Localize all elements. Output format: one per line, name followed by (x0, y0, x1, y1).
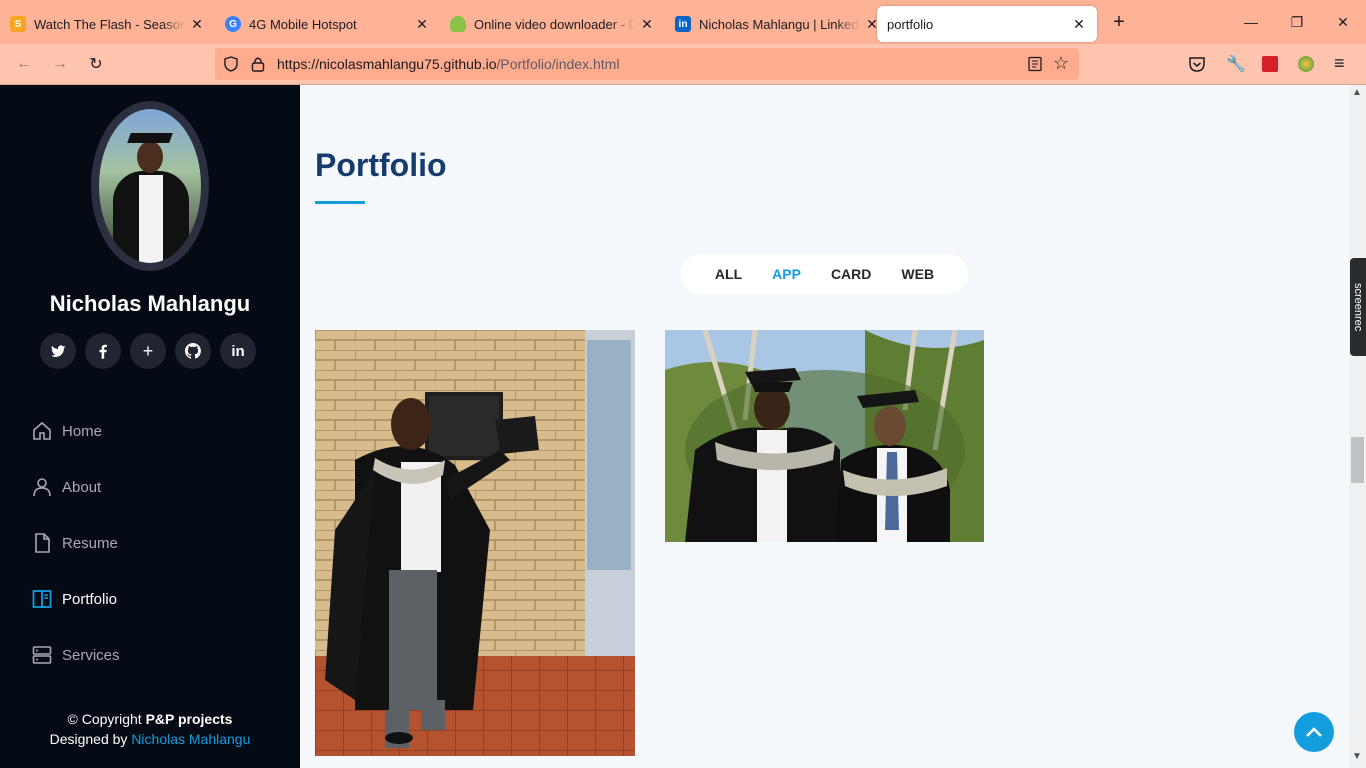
chevron-up-icon (1306, 727, 1322, 737)
nav-label: Resume (62, 534, 118, 552)
nav-label: About (62, 478, 102, 496)
browser-tab-1[interactable]: G 4G Mobile Hotspot ✕ (215, 6, 440, 42)
extension-icon[interactable] (1262, 56, 1278, 72)
twitter-icon[interactable] (40, 333, 76, 369)
credits: Designed by Nicholas Mahlangu (49, 731, 251, 747)
page-title: Portfolio (315, 147, 447, 183)
nav-label: Portfolio (62, 590, 118, 608)
scrollbar-thumb[interactable] (1351, 437, 1364, 483)
linkedin-icon[interactable]: in (220, 333, 256, 369)
filter-app[interactable]: APP (757, 266, 816, 282)
portfolio-item-photo[interactable] (315, 330, 635, 756)
person-icon (32, 477, 52, 497)
page-scrollbar[interactable]: ▲ ▼ (1349, 85, 1366, 768)
browser-tab-active[interactable]: portfolio ✕ (877, 6, 1097, 42)
nav-label: Home (62, 422, 103, 440)
plus-icon[interactable]: + (130, 333, 166, 369)
server-icon (32, 645, 52, 665)
nav-label: Services (62, 646, 120, 664)
close-icon[interactable]: ✕ (189, 16, 205, 33)
minimize-button[interactable]: — (1228, 0, 1274, 44)
restore-button[interactable]: ❐ (1274, 0, 1320, 44)
nav-item-portfolio[interactable]: Portfolio (32, 571, 120, 627)
shield-icon[interactable] (223, 56, 239, 72)
tab-title: 4G Mobile Hotspot (249, 16, 357, 32)
nav-item-services[interactable]: Services (32, 627, 120, 683)
tab-title: Online video downloader - Dow (474, 16, 635, 32)
browser-nav-bar: ← → ↻ https://nicolasmahlangu75.github.i… (0, 44, 1366, 85)
linkedin-icon: in (675, 16, 691, 32)
nav-menu: Home About Resume Portfolio Services (32, 403, 120, 683)
globe-icon: G (225, 16, 241, 32)
close-window-button[interactable]: ✕ (1320, 0, 1366, 44)
tab-title: Nicholas Mahlangu | LinkedIn (699, 16, 860, 32)
facebook-icon[interactable] (85, 333, 121, 369)
reader-view-icon[interactable] (1027, 56, 1043, 72)
new-tab-button[interactable]: + (1103, 6, 1135, 38)
bookmark-star-icon[interactable]: ☆ (1053, 53, 1069, 74)
filter-card[interactable]: CARD (816, 266, 886, 282)
portfolio-filters: ALL APP CARD WEB (681, 254, 968, 294)
forward-button[interactable]: → (44, 48, 76, 80)
nav-item-about[interactable]: About (32, 459, 120, 515)
pocket-icon[interactable] (1188, 56, 1206, 73)
nav-item-home[interactable]: Home (32, 403, 120, 459)
profile-name: Nicholas Mahlangu (49, 291, 251, 316)
url-text: https://nicolasmahlangu75.github.io/Port… (277, 56, 620, 72)
social-links: + in (40, 333, 256, 369)
designer-link[interactable]: Nicholas Mahlangu (131, 731, 250, 747)
sidebar: Nicholas Mahlangu + in Home About Resume… (0, 85, 300, 768)
close-icon[interactable]: ✕ (639, 16, 655, 33)
wrench-icon[interactable]: 🔧 (1226, 54, 1246, 74)
portfolio-icon (32, 589, 52, 609)
scroll-down-icon[interactable]: ▼ (1352, 751, 1362, 762)
scroll-up-icon[interactable]: ▲ (1352, 87, 1362, 98)
nav-item-resume[interactable]: Resume (32, 515, 120, 571)
tab-title: portfolio (887, 16, 934, 32)
back-to-top-button[interactable] (1294, 712, 1334, 752)
menu-icon[interactable]: ≡ (1334, 53, 1345, 74)
filter-web[interactable]: WEB (886, 266, 949, 282)
back-button[interactable]: ← (8, 48, 40, 80)
screenrec-widget[interactable]: screenrec (1350, 258, 1366, 356)
android-icon (450, 16, 466, 32)
home-icon (32, 421, 52, 441)
tab-title: Watch The Flash - Season 1 Onl (34, 16, 185, 32)
close-icon[interactable]: ✕ (1071, 16, 1087, 33)
avatar (91, 101, 209, 271)
filter-all[interactable]: ALL (700, 266, 757, 282)
title-underline (315, 201, 365, 204)
portfolio-item-photo[interactable] (665, 330, 984, 542)
browser-tab-bar: S Watch The Flash - Season 1 Onl ✕ G 4G … (0, 0, 1366, 44)
extension-globe-icon[interactable] (1298, 56, 1314, 72)
url-bar[interactable]: https://nicolasmahlangu75.github.io/Port… (215, 48, 1079, 80)
github-icon[interactable] (175, 333, 211, 369)
copyright: © Copyright P&P projects (67, 711, 233, 727)
sidebar-footer: © Copyright P&P projects Designed by Nic… (0, 709, 300, 749)
browser-tab-0[interactable]: S Watch The Flash - Season 1 Onl ✕ (0, 6, 215, 42)
file-icon (32, 533, 52, 553)
browser-tab-3[interactable]: in Nicholas Mahlangu | LinkedIn ✕ (665, 6, 890, 42)
lock-icon[interactable] (251, 56, 265, 72)
close-icon[interactable]: ✕ (414, 16, 430, 33)
browser-tab-2[interactable]: Online video downloader - Dow ✕ (440, 6, 665, 42)
s-icon: S (10, 16, 26, 32)
reload-button[interactable]: ↻ (80, 48, 112, 80)
portfolio-section: Portfolio ALL APP CARD WEB (300, 85, 1349, 768)
